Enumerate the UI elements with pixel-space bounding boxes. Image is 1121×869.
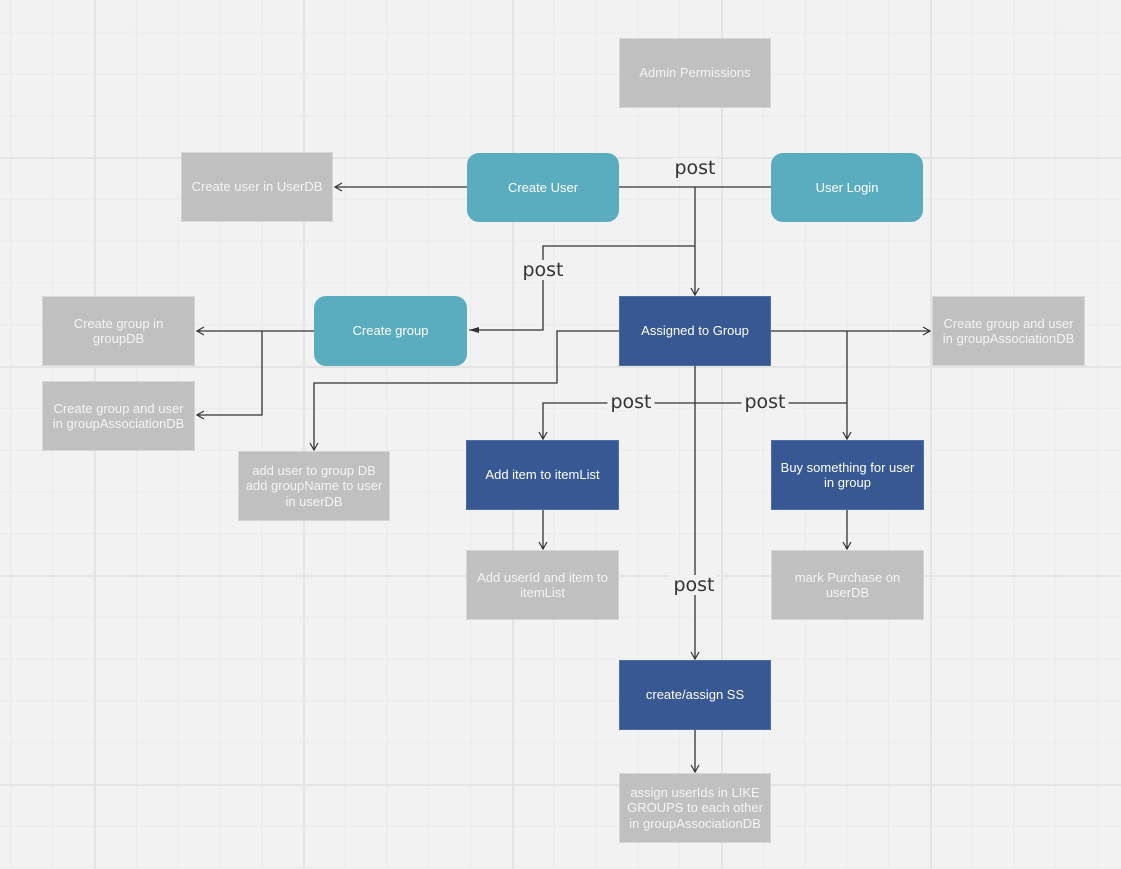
node-label: Add item to itemList xyxy=(485,467,600,483)
node-add-user-to-group-db[interactable]: add user to group DB add groupName to us… xyxy=(238,451,390,521)
node-create-assign-ss[interactable]: create/assign SS xyxy=(619,660,771,730)
node-mark-purchase[interactable]: mark Purchase on userDB xyxy=(771,550,924,620)
node-label: Assigned to Group xyxy=(641,323,749,339)
node-create-group[interactable]: Create group xyxy=(314,296,467,366)
node-label: Add userId and item to itemList xyxy=(477,569,608,601)
node-label: Create user in UserDB xyxy=(191,179,323,195)
node-create-user[interactable]: Create User xyxy=(467,153,619,222)
node-assign-userids[interactable]: assign userIds in LIKE GROUPS to each ot… xyxy=(619,773,771,843)
edge-label-buy-post: post xyxy=(741,392,789,412)
node-create-group-assoc-left[interactable]: Create group and user in groupAssociatio… xyxy=(42,381,195,451)
edge-label-additem-post: post xyxy=(607,392,655,412)
node-label: Create group in groupDB xyxy=(73,315,164,347)
edge-creategroup-assoc xyxy=(195,331,263,420)
node-label: Buy something for user in group xyxy=(780,459,915,491)
edge-label-login-post: post xyxy=(671,158,719,178)
node-create-group-in-groupdb[interactable]: Create group in groupDB xyxy=(42,296,195,366)
node-label: Create User xyxy=(507,179,579,195)
edge-label-creategroup-post: post xyxy=(519,260,567,280)
node-label: Create group and user in groupAssociatio… xyxy=(942,315,1075,347)
node-add-userid-item[interactable]: Add userId and item to itemList xyxy=(466,550,619,620)
node-label: Create group and user in groupAssociatio… xyxy=(52,400,185,432)
node-label: User Login xyxy=(815,179,879,195)
node-buy-something[interactable]: Buy something for user in group xyxy=(771,440,924,510)
node-add-item-to-itemlist[interactable]: Add item to itemList xyxy=(466,440,619,510)
node-user-login[interactable]: User Login xyxy=(771,153,923,222)
node-label: assign userIds in LIKE GROUPS to each ot… xyxy=(627,784,763,831)
node-create-group-assoc-right[interactable]: Create group and user in groupAssociatio… xyxy=(932,296,1085,366)
node-create-user-in-userdb[interactable]: Create user in UserDB xyxy=(181,152,333,222)
node-label: add user to group DB add groupName to us… xyxy=(245,462,383,509)
node-label: Create group xyxy=(352,323,429,339)
node-label: create/assign SS xyxy=(645,687,745,703)
node-assigned-to-group[interactable]: Assigned to Group xyxy=(619,296,771,366)
node-label: mark Purchase on userDB xyxy=(794,569,901,601)
node-admin-permissions[interactable]: Admin Permissions xyxy=(619,38,771,108)
node-label: Admin Permissions xyxy=(639,65,751,81)
edge-label-ss-post: post xyxy=(670,575,718,595)
